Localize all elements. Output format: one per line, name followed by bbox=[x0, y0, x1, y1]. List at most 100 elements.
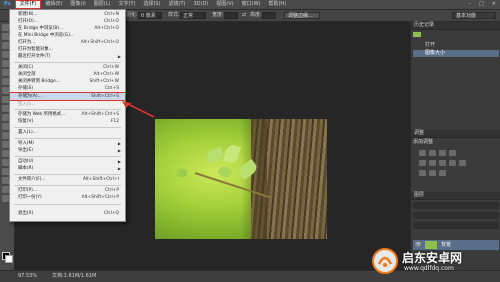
refine-edge-button[interactable]: 调整边缘... bbox=[284, 12, 320, 19]
menu-window[interactable]: 窗口(W) bbox=[238, 0, 265, 9]
menu-new[interactable]: 新建(N)... Ctrl+N bbox=[10, 11, 125, 18]
menu-save-as[interactable]: 存储为(A)... Shift+Ctrl+S bbox=[9, 92, 126, 101]
submenu-arrow-icon: ▶ bbox=[117, 141, 121, 146]
submenu-arrow-icon: ▶ bbox=[117, 54, 121, 59]
menu-close-all[interactable]: 关闭全部 Alt+Ctrl+W bbox=[10, 71, 125, 78]
history-item-label: 打开 bbox=[425, 42, 436, 48]
window-maximize-icon[interactable]: □ bbox=[475, 0, 488, 9]
menu-print[interactable]: 打印(P)... Ctrl+P bbox=[10, 187, 125, 194]
style-select[interactable]: 正常 bbox=[180, 12, 206, 19]
menu-separator bbox=[14, 156, 121, 157]
menu-open-as[interactable]: 打开为... Alt+Shift+Ctrl+O bbox=[10, 39, 125, 46]
file-menu-dropdown: 新建(N)... Ctrl+N 打开(O)... Ctrl+O 在 Bridge 中… bbox=[9, 9, 126, 222]
exposure-icon[interactable] bbox=[449, 150, 456, 156]
posterize-icon[interactable] bbox=[429, 170, 436, 176]
lock-row[interactable] bbox=[413, 222, 499, 229]
levels-icon[interactable] bbox=[429, 150, 436, 156]
submenu-arrow-icon: ▶ bbox=[117, 159, 121, 164]
leaf bbox=[222, 143, 242, 165]
invert-icon[interactable] bbox=[419, 170, 426, 176]
threshold-icon[interactable] bbox=[439, 170, 446, 176]
vibrance-icon[interactable] bbox=[419, 160, 426, 166]
snapshot-thumbnail-icon bbox=[413, 32, 421, 37]
menu-check-in[interactable]: 签入(I)... bbox=[10, 101, 125, 108]
layers-panel-header[interactable]: 图层 bbox=[411, 192, 500, 200]
width-input[interactable] bbox=[224, 12, 238, 19]
photo-filter-icon[interactable] bbox=[459, 160, 466, 166]
history-item[interactable]: 打开 bbox=[413, 42, 499, 49]
submenu-arrow-icon: ▶ bbox=[117, 148, 121, 153]
menu-close-go-bridge[interactable]: 关闭并转到 Bridge... Shift+Ctrl+W bbox=[10, 78, 125, 85]
menu-separator bbox=[14, 127, 121, 128]
menu-type[interactable]: 文字(Y) bbox=[114, 0, 139, 9]
document-image[interactable] bbox=[155, 119, 327, 239]
menu-file-info[interactable]: 文件简介(F)... Alt+Shift+Ctrl+I bbox=[10, 176, 125, 183]
adjust-tab[interactable]: 调整 bbox=[411, 130, 427, 136]
menu-select[interactable]: 选择(S) bbox=[139, 0, 164, 9]
menu-revert[interactable]: 恢复(V) F12 bbox=[10, 118, 125, 125]
leaf bbox=[176, 168, 188, 178]
adjust-title: 添加调整 bbox=[413, 139, 434, 145]
menu-place[interactable]: 置入(L)... bbox=[10, 129, 125, 136]
menu-automate[interactable]: 自动(U) ▶ bbox=[10, 158, 125, 165]
swap-icon[interactable]: ⇄ bbox=[242, 12, 246, 19]
zoom-level[interactable]: 97.53% bbox=[18, 271, 37, 281]
menu-exit[interactable]: 退出(X) Ctrl+Q bbox=[10, 210, 125, 217]
submenu-arrow-icon: ▶ bbox=[117, 166, 121, 171]
watermark-url: www.qdlfdq.com bbox=[404, 265, 454, 272]
menu-help[interactable]: 帮助(H) bbox=[264, 0, 290, 9]
menu-file[interactable]: 文件(F) bbox=[14, 0, 42, 9]
menu-recent-files[interactable]: 最近打开文件(T) ▶ bbox=[10, 53, 125, 60]
leaf bbox=[217, 164, 233, 180]
hue-saturation-icon[interactable] bbox=[429, 160, 436, 166]
doc-size: 文档:1.61M/1.61M bbox=[52, 273, 97, 279]
menu-view[interactable]: 视图(V) bbox=[212, 0, 237, 9]
menu-separator bbox=[14, 174, 121, 175]
blend-mode-row[interactable] bbox=[413, 212, 499, 219]
brightness-icon[interactable] bbox=[419, 150, 426, 156]
color-balance-icon[interactable] bbox=[439, 160, 446, 166]
menu-close[interactable]: 关闭(C) Ctrl+W bbox=[10, 64, 125, 71]
curves-icon[interactable] bbox=[439, 150, 446, 156]
history-item-label: 图像大小 bbox=[425, 50, 446, 56]
menu-save-for-web[interactable]: 存储为 Web 所用格式... Alt+Shift+Ctrl+S bbox=[10, 111, 125, 118]
menu-import[interactable]: 导入(M) ▶ bbox=[10, 140, 125, 147]
history-tab[interactable]: 历史记录 bbox=[411, 22, 437, 28]
watermark-logo-icon bbox=[372, 248, 398, 274]
window-minimize-icon[interactable]: – bbox=[465, 0, 476, 9]
menu-layer[interactable]: 图层(L) bbox=[90, 0, 115, 9]
menu-save[interactable]: 存储(S) Ctrl+S bbox=[10, 85, 125, 92]
menu-browse-mini-bridge[interactable]: 在 Mini Bridge 中浏览(G)... bbox=[10, 32, 125, 39]
background-color-swatch[interactable] bbox=[5, 255, 13, 263]
history-panel-header[interactable]: 历史记录 bbox=[411, 22, 500, 30]
history-snapshot[interactable] bbox=[413, 32, 499, 39]
window-close-icon[interactable]: ✕ bbox=[488, 0, 500, 9]
watermark-title: 启东安卓网 bbox=[402, 251, 463, 265]
menu-export[interactable]: 导出(E) ▶ bbox=[10, 147, 125, 154]
menu-browse-bridge[interactable]: 在 Bridge 中浏览(B)... Alt+Ctrl+O bbox=[10, 25, 125, 32]
menu-open-smart-object[interactable]: 打开为智能对象... bbox=[10, 46, 125, 53]
menu-3d[interactable]: 3D(D) bbox=[190, 0, 213, 9]
menu-separator bbox=[14, 204, 121, 205]
menu-print-one-copy[interactable]: 打印一份(Y) Alt+Shift+Ctrl+P bbox=[10, 194, 125, 201]
menu-filter[interactable]: 滤镜(T) bbox=[165, 0, 190, 9]
menu-edit[interactable]: 编辑(E) bbox=[41, 0, 66, 9]
height-label: 高度: bbox=[250, 12, 262, 18]
layer-filter-row[interactable] bbox=[413, 202, 499, 209]
adjust-panel-header[interactable]: 调整 bbox=[411, 130, 500, 138]
black-white-icon[interactable] bbox=[449, 160, 456, 166]
width-label: 宽度: bbox=[212, 12, 224, 18]
menu-image[interactable]: 图像(I) bbox=[66, 0, 89, 9]
menu-separator bbox=[14, 138, 121, 139]
height-input[interactable] bbox=[262, 12, 276, 19]
app-logo[interactable]: Ps bbox=[0, 0, 15, 9]
menu-open[interactable]: 打开(O)... Ctrl+O bbox=[10, 18, 125, 25]
layers-tab[interactable]: 图层 bbox=[411, 192, 427, 198]
watermark: 启东安卓网 www.qdlfdq.com bbox=[372, 246, 498, 278]
menu-separator bbox=[14, 185, 121, 186]
history-item-selected[interactable]: 图像大小 bbox=[413, 50, 499, 57]
menu-scripts[interactable]: 脚本(R) ▶ bbox=[10, 165, 125, 172]
feather-label: 羽化: bbox=[126, 12, 138, 18]
workspace-select[interactable]: 基本功能 bbox=[452, 12, 496, 19]
feather-input[interactable]: 0 像素 bbox=[138, 12, 162, 19]
